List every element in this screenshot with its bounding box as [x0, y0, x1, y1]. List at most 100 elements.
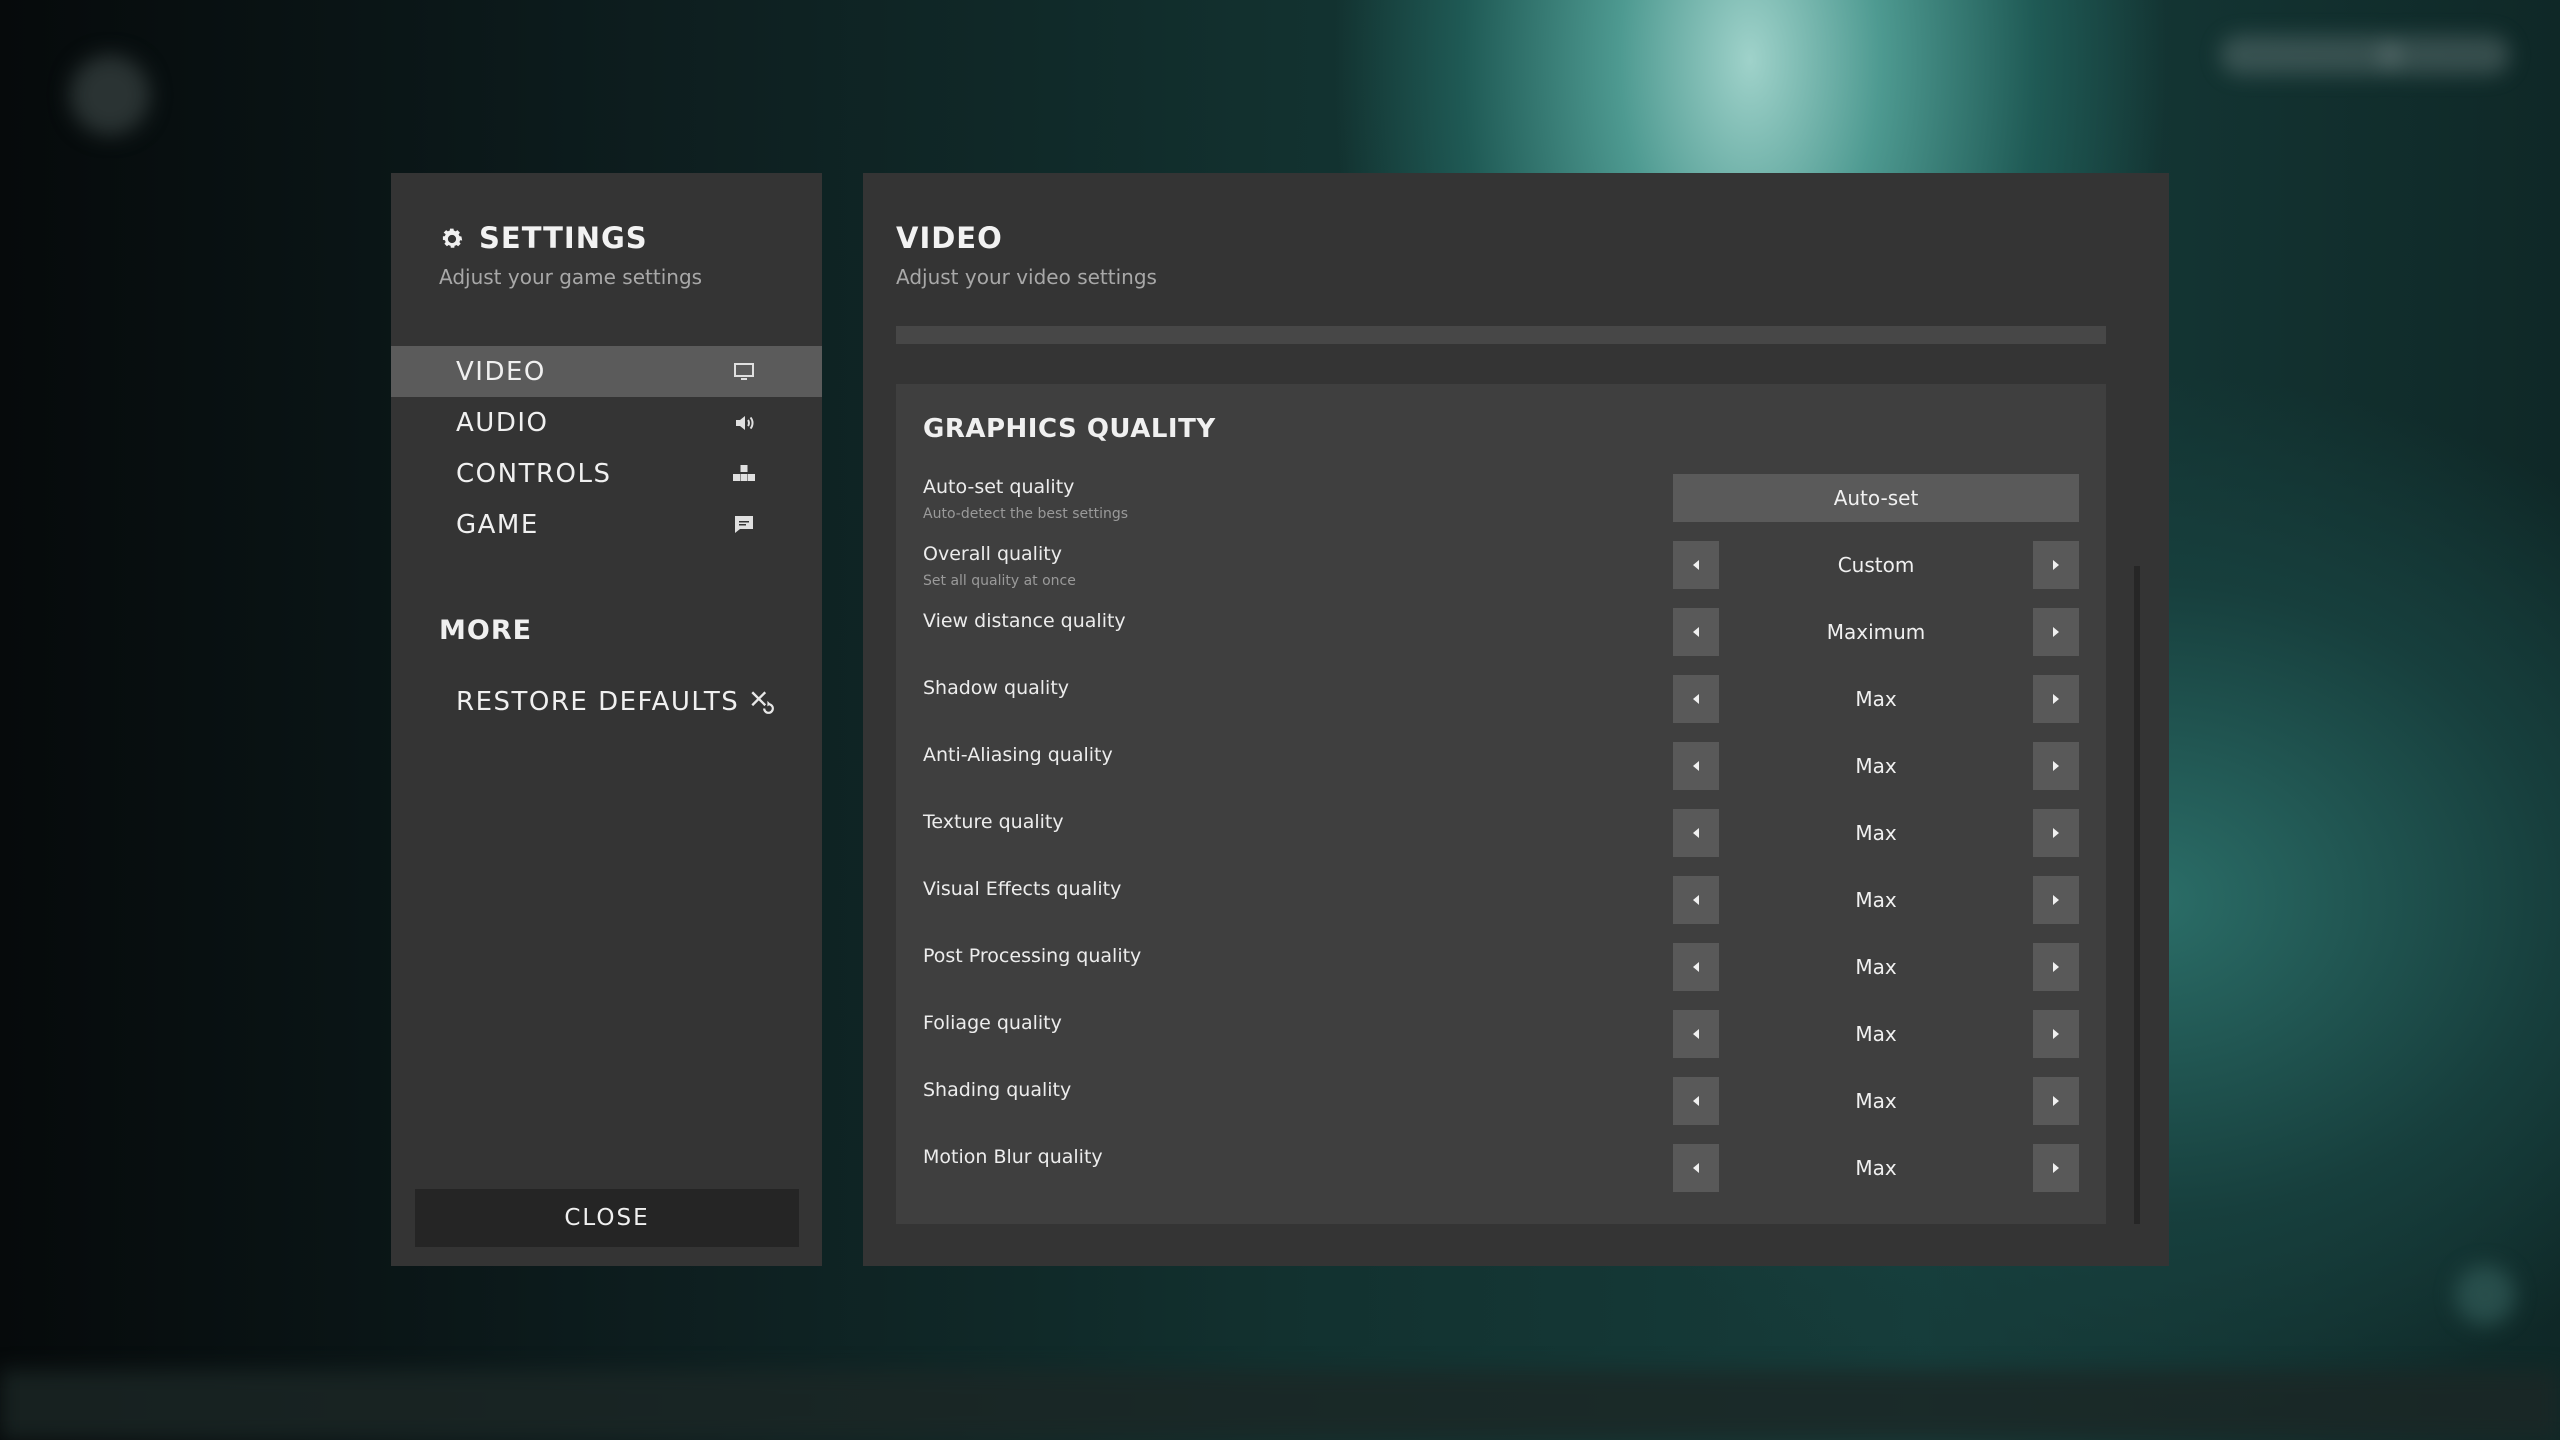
settings-nav: VIDEO AUDIO CONTROLS GAME — [391, 346, 822, 550]
next-option-button[interactable] — [2033, 541, 2079, 589]
caret-left-icon — [1693, 1163, 1699, 1173]
auto-set-button[interactable]: Auto-set — [1673, 474, 2079, 522]
next-option-button[interactable] — [2033, 1077, 2079, 1125]
caret-left-icon — [1693, 1029, 1699, 1039]
caret-left-icon — [1693, 962, 1699, 972]
nav-item-game[interactable]: GAME — [391, 499, 822, 550]
next-option-button[interactable] — [2033, 742, 2079, 790]
quality-selector: Custom — [1673, 541, 2079, 589]
nav-item-audio[interactable]: AUDIO — [391, 397, 822, 448]
selected-value: Max — [1855, 821, 1897, 845]
nav-item-label: GAME — [456, 509, 539, 540]
restore-icon — [751, 691, 775, 714]
quality-selector: Max — [1673, 742, 2079, 790]
previous-option-button[interactable] — [1673, 608, 1719, 656]
gear-icon — [442, 228, 463, 248]
background-user-badge — [2220, 35, 2400, 75]
selected-value: Custom — [1837, 553, 1915, 577]
setting-row: Anti-Aliasing quality Max — [896, 742, 2106, 809]
next-option-button[interactable] — [2033, 608, 2079, 656]
settings-subtitle: Adjust your game settings — [439, 265, 703, 289]
setting-row: Overall quality Set all quality at once Cu… — [896, 541, 2106, 608]
previous-option-button[interactable] — [1673, 943, 1719, 991]
nav-item-controls[interactable]: CONTROLS — [391, 448, 822, 499]
caret-left-icon — [1693, 828, 1699, 838]
previous-option-button[interactable] — [1673, 1144, 1719, 1192]
video-subtitle: Adjust your video settings — [896, 265, 1157, 289]
video-title: VIDEO — [896, 221, 1003, 255]
previous-option-button[interactable] — [1673, 809, 1719, 857]
quality-selector: Max — [1673, 809, 2079, 857]
scrollbar[interactable] — [2134, 566, 2140, 1224]
next-option-button[interactable] — [2033, 1010, 2079, 1058]
setting-label: Texture quality — [923, 811, 1064, 833]
restore-defaults-button[interactable]: RESTORE DEFAULTS — [456, 687, 775, 717]
background-round-button — [2455, 1265, 2515, 1325]
caret-right-icon — [2053, 761, 2059, 771]
caret-right-icon — [2053, 627, 2059, 637]
quality-selector: Max — [1673, 675, 2079, 723]
setting-label: Anti-Aliasing quality — [923, 744, 1113, 766]
quality-selector: Maximum — [1673, 608, 2079, 656]
selected-value: Max — [1855, 955, 1897, 979]
next-option-button[interactable] — [2033, 876, 2079, 924]
nav-item-video[interactable]: VIDEO — [391, 346, 822, 397]
next-option-button[interactable] — [2033, 675, 2079, 723]
quality-selector: Max — [1673, 1144, 2079, 1192]
monitor-icon — [734, 362, 754, 380]
auto-set-control: Auto-set — [1673, 474, 2079, 522]
previous-option-button[interactable] — [1673, 876, 1719, 924]
selected-value: Max — [1855, 888, 1897, 912]
caret-left-icon — [1693, 761, 1699, 771]
previous-option-button[interactable] — [1673, 742, 1719, 790]
caret-right-icon — [2053, 1096, 2059, 1106]
setting-label: View distance quality — [923, 610, 1126, 632]
background-bottom-bar — [0, 1370, 2560, 1440]
chat-icon — [735, 515, 753, 533]
quality-selector: Max — [1673, 943, 2079, 991]
selected-value: Max — [1855, 1089, 1897, 1113]
setting-row: Shading quality Max — [896, 1077, 2106, 1144]
settings-sidebar: SETTINGS Adjust your game settings VIDEO… — [391, 173, 822, 1266]
caret-left-icon — [1693, 1096, 1699, 1106]
setting-row: Shadow quality Max — [896, 675, 2106, 742]
setting-row: Visual Effects quality Max — [896, 876, 2106, 943]
restore-defaults-label: RESTORE DEFAULTS — [456, 687, 740, 717]
caret-left-icon — [1693, 895, 1699, 905]
close-button[interactable]: CLOSE — [415, 1189, 799, 1247]
settings-title: SETTINGS — [479, 221, 648, 255]
speaker-icon — [736, 415, 754, 430]
setting-description: Set all quality at once — [923, 573, 1076, 589]
caret-right-icon — [2053, 1029, 2059, 1039]
previous-option-button[interactable] — [1673, 1010, 1719, 1058]
setting-row: Auto-set quality Auto-detect the best set… — [896, 474, 2106, 541]
selected-value: Max — [1855, 1156, 1897, 1180]
setting-description: Auto-detect the best settings — [923, 506, 1129, 522]
next-option-button[interactable] — [2033, 1144, 2079, 1192]
previous-option-button[interactable] — [1673, 1077, 1719, 1125]
caret-right-icon — [2053, 828, 2059, 838]
nav-item-label: AUDIO — [456, 407, 549, 438]
previous-option-button[interactable] — [1673, 675, 1719, 723]
selected-value: Maximum — [1826, 620, 1926, 644]
previous-option-button[interactable] — [1673, 541, 1719, 589]
setting-label: Visual Effects quality — [923, 878, 1122, 900]
settings-rows: Auto-set quality Auto-detect the best set… — [896, 474, 2106, 1211]
setting-label: Shading quality — [923, 1079, 1072, 1101]
caret-right-icon — [2053, 1163, 2059, 1173]
setting-row: Post Processing quality Max — [896, 943, 2106, 1010]
video-settings-panel: VIDEO Adjust your video settings GRAPHIC… — [863, 173, 2169, 1266]
next-option-button[interactable] — [2033, 943, 2079, 991]
caret-left-icon — [1693, 694, 1699, 704]
setting-row: Texture quality Max — [896, 809, 2106, 876]
setting-label: Overall quality — [923, 543, 1062, 565]
graphics-quality-section: GRAPHICS QUALITY Auto-set quality Auto-de… — [896, 384, 2106, 1224]
setting-row: View distance quality Maximum — [896, 608, 2106, 675]
setting-label: Foliage quality — [923, 1012, 1062, 1034]
selected-value: Max — [1855, 687, 1897, 711]
section-title: GRAPHICS QUALITY — [923, 414, 1216, 444]
divider-bar — [896, 326, 2106, 344]
background-logo — [70, 55, 150, 135]
setting-label: Shadow quality — [923, 677, 1070, 699]
next-option-button[interactable] — [2033, 809, 2079, 857]
